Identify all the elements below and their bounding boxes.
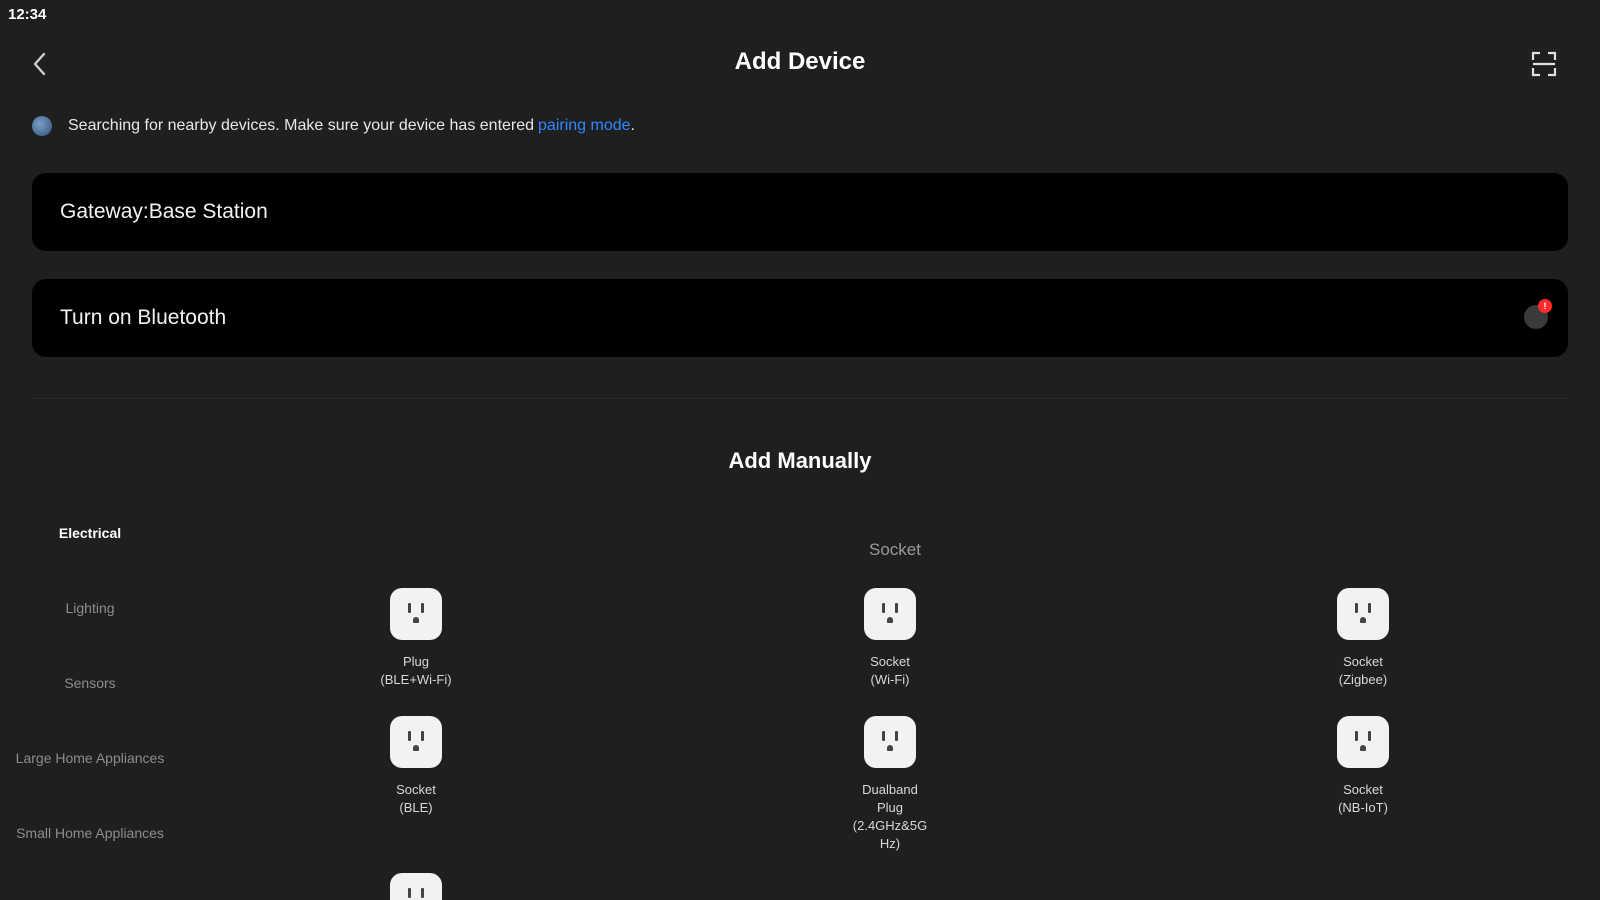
device-label: Socket (Wi-Fi) xyxy=(870,654,910,687)
device-partial[interactable] xyxy=(336,873,496,900)
category-lighting[interactable]: Lighting xyxy=(0,600,180,616)
device-label: Socket (BLE) xyxy=(396,782,436,815)
socket-icon xyxy=(864,588,916,640)
add-manually-title: Add Manually xyxy=(728,448,872,473)
search-hint-text: Searching for nearby devices. Make sure … xyxy=(68,117,535,134)
search-hint: Searching for nearby devices. Make sure … xyxy=(32,114,635,138)
socket-icon xyxy=(390,588,442,640)
scan-icon xyxy=(1531,51,1557,77)
pairing-mode-link[interactable]: pairing mode xyxy=(538,117,631,135)
search-hint-suffix: . xyxy=(630,117,635,134)
device-plug-ble-wifi[interactable]: Plug (BLE+Wi-Fi) xyxy=(336,588,496,689)
device-socket-nb-iot[interactable]: Socket (NB-IoT) xyxy=(1283,716,1443,817)
device-socket-zigbee[interactable]: Socket (Zigbee) xyxy=(1283,588,1443,689)
subcategory-title: Socket xyxy=(869,540,921,559)
gateway-label: Gateway:Base Station xyxy=(60,200,268,223)
device-socket-wifi[interactable]: Socket (Wi-Fi) xyxy=(810,588,970,689)
status-time: 12:34 xyxy=(8,6,47,23)
page-title: Add Device xyxy=(734,48,866,75)
device-dualband-plug[interactable]: Dualband Plug (2.4GHz&5G Hz) xyxy=(810,716,970,853)
divider xyxy=(32,398,1568,399)
category-large-home-appliances[interactable]: Large Home Appliances xyxy=(0,750,180,766)
device-label: Plug (BLE+Wi-Fi) xyxy=(380,654,452,687)
category-electrical[interactable]: Electrical xyxy=(0,525,180,541)
bluetooth-status-icon: ! xyxy=(1524,299,1552,329)
socket-icon xyxy=(864,716,916,768)
radar-icon xyxy=(32,116,52,136)
device-socket-ble[interactable]: Socket (BLE) xyxy=(336,716,496,817)
category-small-home-appliances[interactable]: Small Home Appliances xyxy=(0,825,180,841)
socket-icon xyxy=(1337,716,1389,768)
bluetooth-card[interactable]: Turn on Bluetooth ! xyxy=(32,279,1568,357)
device-label: Socket (NB-IoT) xyxy=(1338,782,1388,815)
add-device-screen: 12:34 Add Device Searching for nearby de… xyxy=(0,0,1600,900)
socket-icon xyxy=(1337,588,1389,640)
socket-icon xyxy=(390,873,442,900)
category-sensors[interactable]: Sensors xyxy=(0,675,180,691)
header: Add Device xyxy=(0,40,1600,88)
scan-button[interactable] xyxy=(1526,46,1562,82)
bluetooth-label: Turn on Bluetooth xyxy=(60,306,227,329)
alert-badge: ! xyxy=(1538,299,1552,313)
device-label: Socket (Zigbee) xyxy=(1338,654,1388,687)
device-label: Dualband Plug (2.4GHz&5G Hz) xyxy=(852,782,928,851)
gateway-card[interactable]: Gateway:Base Station xyxy=(32,173,1568,251)
socket-icon xyxy=(390,716,442,768)
